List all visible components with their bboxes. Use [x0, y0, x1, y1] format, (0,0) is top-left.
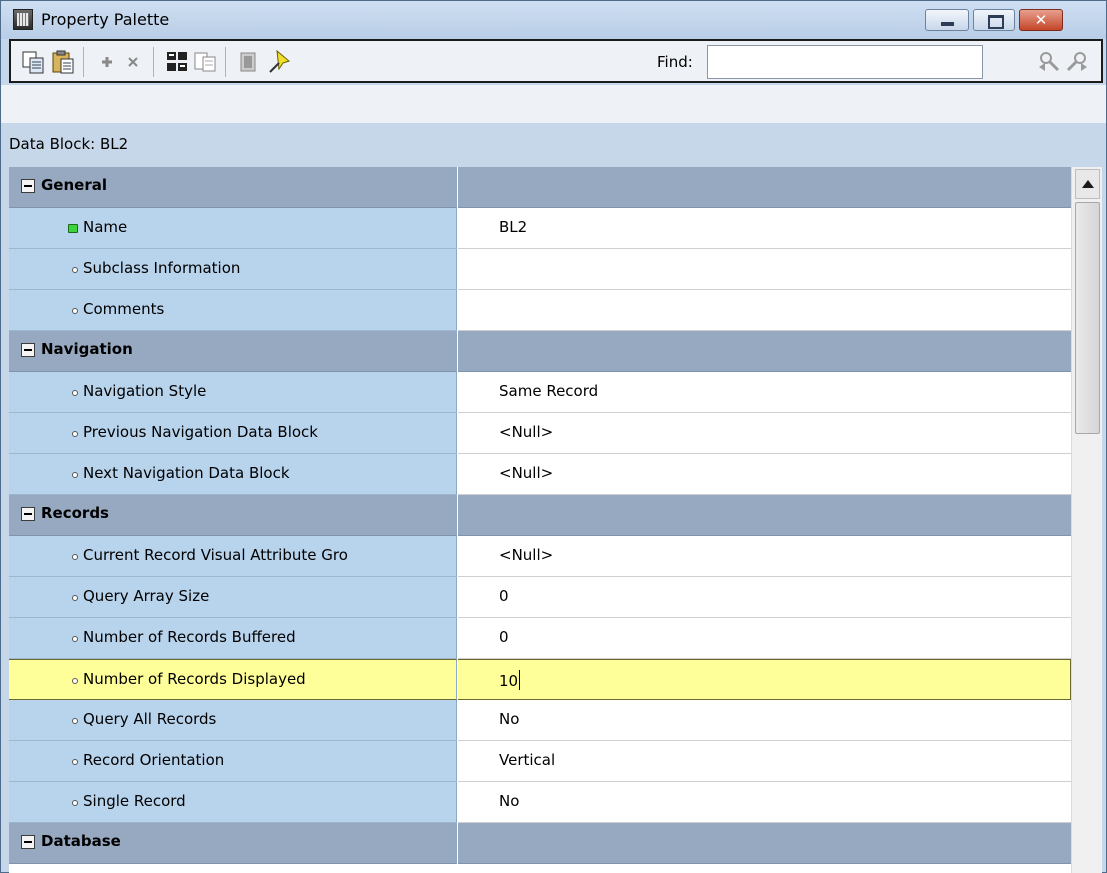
- find-next-icon[interactable]: [1065, 49, 1089, 75]
- union-icon[interactable]: [165, 49, 189, 75]
- default-property-icon: [72, 267, 78, 273]
- property-label: Query All Records: [83, 710, 217, 728]
- property-label: Single Record: [83, 792, 186, 810]
- group-label: Database: [41, 832, 121, 850]
- default-property-icon: [72, 390, 78, 396]
- property-label: Record Orientation: [83, 751, 225, 769]
- scroll-thumb[interactable]: [1075, 202, 1100, 434]
- close-icon: ✕: [1034, 11, 1048, 29]
- default-property-icon: [72, 595, 78, 601]
- property-palette-window: Property Palette ✕ Find: Data Block: BL2…: [0, 0, 1107, 873]
- property-label: Name: [83, 218, 128, 236]
- changed-property-icon: [68, 224, 78, 233]
- title-bar[interactable]: Property Palette ✕: [1, 1, 1106, 39]
- collapse-icon[interactable]: [21, 179, 35, 193]
- collapse-icon[interactable]: [21, 507, 35, 521]
- toolbar-separator: [153, 47, 154, 77]
- property-row-navigation-style[interactable]: Navigation Style Same Record: [9, 372, 1071, 413]
- find-input[interactable]: [707, 45, 983, 79]
- property-label: Navigation Style: [83, 382, 207, 400]
- property-value-input[interactable]: 10: [499, 672, 518, 690]
- property-label: Query Array Size: [83, 587, 210, 605]
- property-label: Current Record Visual Attribute Gro: [83, 546, 348, 564]
- property-row-subclass-information[interactable]: Subclass Information: [9, 249, 1071, 290]
- intersection-icon[interactable]: [193, 49, 217, 75]
- collapse-icon[interactable]: [21, 835, 35, 849]
- property-row-name[interactable]: Name BL2: [9, 208, 1071, 249]
- add-property-icon[interactable]: [95, 49, 119, 75]
- group-label: General: [41, 176, 107, 194]
- default-property-icon: [72, 472, 78, 478]
- property-grid: General Name BL2 Subclass Information Co…: [9, 167, 1071, 873]
- window-title: Property Palette: [41, 10, 170, 29]
- group-label: Records: [41, 504, 109, 522]
- default-property-icon: [72, 718, 78, 724]
- paste-properties-icon[interactable]: [51, 49, 75, 75]
- property-row-query-array-size[interactable]: Query Array Size 0: [9, 577, 1071, 618]
- default-property-icon: [72, 759, 78, 765]
- delete-property-icon[interactable]: [121, 49, 145, 75]
- pin-icon[interactable]: [267, 49, 291, 75]
- property-label: Next Navigation Data Block: [83, 464, 290, 482]
- group-row-navigation[interactable]: Navigation: [9, 331, 1071, 372]
- group-label: Navigation: [41, 340, 133, 358]
- default-property-icon: [72, 678, 78, 684]
- property-value[interactable]: BL2: [499, 218, 527, 236]
- inherit-icon[interactable]: [237, 49, 261, 75]
- minimize-button[interactable]: [925, 9, 969, 31]
- default-property-icon: [72, 800, 78, 806]
- forms-app-icon: [13, 9, 33, 30]
- property-label: Number of Records Displayed: [83, 670, 306, 688]
- property-value[interactable]: No: [499, 710, 519, 728]
- default-property-icon: [72, 308, 78, 314]
- vertical-scrollbar[interactable]: [1071, 167, 1102, 873]
- default-property-icon: [72, 636, 78, 642]
- property-label: Comments: [83, 300, 165, 318]
- property-row-query-all-records[interactable]: Query All Records No: [9, 700, 1071, 741]
- group-row-general[interactable]: General: [9, 167, 1071, 208]
- collapse-icon[interactable]: [21, 343, 35, 357]
- property-row-previous-navigation-data-block[interactable]: Previous Navigation Data Block <Null>: [9, 413, 1071, 454]
- context-bar: [1, 85, 1106, 123]
- property-value[interactable]: <Null>: [499, 423, 553, 441]
- toolbar-separator: [225, 47, 226, 77]
- default-property-icon: [72, 431, 78, 437]
- find-label: Find:: [657, 53, 693, 71]
- toolbar: Find:: [9, 39, 1103, 83]
- property-label: Subclass Information: [83, 259, 241, 277]
- property-row-record-orientation[interactable]: Record Orientation Vertical: [9, 741, 1071, 782]
- default-property-icon: [72, 554, 78, 560]
- property-row-next-navigation-data-block[interactable]: Next Navigation Data Block <Null>: [9, 454, 1071, 495]
- property-row-number-of-records-displayed[interactable]: Number of Records Displayed 10: [9, 659, 1071, 700]
- property-row-number-of-records-buffered[interactable]: Number of Records Buffered 0: [9, 618, 1071, 659]
- property-label: Previous Navigation Data Block: [83, 423, 318, 441]
- property-value[interactable]: <Null>: [499, 546, 553, 564]
- copy-properties-icon[interactable]: [21, 49, 45, 75]
- property-value[interactable]: 0: [499, 587, 509, 605]
- property-row-current-record-visual-attribute-group[interactable]: Current Record Visual Attribute Gro <Nul…: [9, 536, 1071, 577]
- property-row-single-record[interactable]: Single Record No: [9, 782, 1071, 823]
- property-label: Number of Records Buffered: [83, 628, 296, 646]
- property-value[interactable]: <Null>: [499, 464, 553, 482]
- property-value[interactable]: 0: [499, 628, 509, 646]
- toolbar-separator: [83, 47, 84, 77]
- property-value[interactable]: Same Record: [499, 382, 598, 400]
- find-previous-icon[interactable]: [1037, 49, 1061, 75]
- scroll-up-button[interactable]: [1075, 169, 1100, 199]
- close-button[interactable]: ✕: [1019, 9, 1063, 31]
- property-value[interactable]: No: [499, 792, 519, 810]
- maximize-button[interactable]: [973, 9, 1015, 31]
- property-value[interactable]: Vertical: [499, 751, 555, 769]
- object-context-label: Data Block: BL2: [9, 135, 129, 153]
- group-row-records[interactable]: Records: [9, 495, 1071, 536]
- text-cursor: [519, 670, 521, 690]
- group-row-database[interactable]: Database: [9, 823, 1071, 864]
- property-row-comments[interactable]: Comments: [9, 290, 1071, 331]
